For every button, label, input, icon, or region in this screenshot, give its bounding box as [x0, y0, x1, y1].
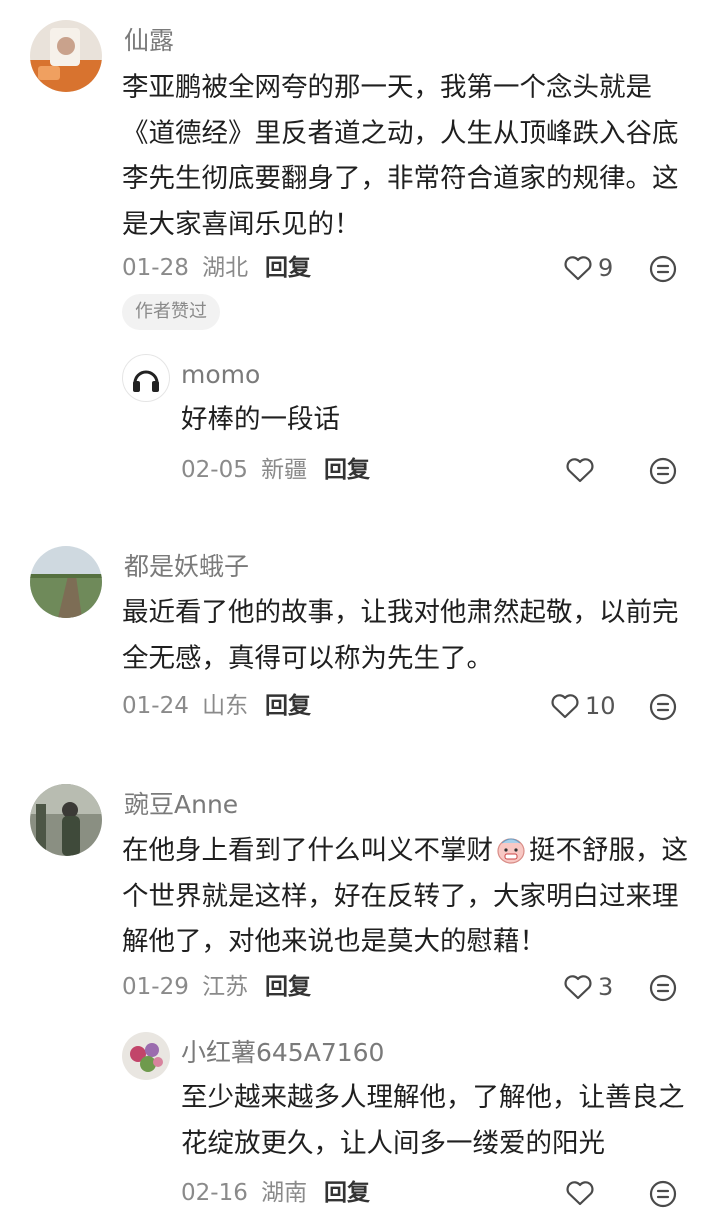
comment-location: 湖南 — [261, 1180, 308, 1206]
comment: 仙露 李亚鹏被全网夸的那一天，我第一个念头就是《道德经》里反者道之动，人生从顶峰… — [0, 0, 720, 520]
heart-icon[interactable] — [565, 456, 595, 484]
comment: 豌豆Anne 在他身上看到了什么叫义不掌财 挺不舒服，这个世界就是这样，好在反转了… — [0, 770, 720, 1227]
comment-date: 01-28 — [122, 255, 189, 281]
comment-meta: 02-16 湖南 — [181, 1178, 307, 1208]
comment-date: 01-29 — [122, 974, 189, 1000]
comment-emoji-icon[interactable] — [648, 973, 678, 1003]
comment-location: 湖北 — [202, 255, 249, 281]
comment-date: 02-16 — [181, 1180, 248, 1206]
comment-emoji-icon[interactable] — [648, 1179, 678, 1209]
reply-button[interactable]: 回复 — [324, 455, 370, 485]
comment-meta: 01-29 江苏 — [122, 972, 248, 1002]
grimace-sticker-icon — [495, 833, 527, 865]
reply-text: 好棒的一段话 — [181, 404, 340, 435]
like-count: 9 — [598, 254, 614, 282]
avatar[interactable] — [30, 784, 102, 856]
heart-icon[interactable] — [563, 973, 593, 1001]
comment-location: 江苏 — [202, 974, 249, 1000]
comment-emoji-icon[interactable] — [648, 456, 678, 486]
avatar[interactable] — [30, 20, 102, 92]
avatar[interactable] — [122, 354, 170, 402]
comment-location: 山东 — [202, 693, 249, 719]
comment-emoji-icon[interactable] — [648, 692, 678, 722]
username[interactable]: 小红薯645A7160 — [181, 1038, 384, 1068]
username[interactable]: 仙露 — [124, 26, 174, 56]
comment-text: 李亚鹏被全网夸的那一天，我第一个念头就是《道德经》里反者道之动，人生从顶峰跌入谷… — [122, 72, 679, 240]
reply-button[interactable]: 回复 — [265, 691, 311, 721]
reply-button[interactable]: 回复 — [265, 253, 311, 283]
author-liked-badge: 作者赞过 — [122, 294, 220, 330]
comment: 都是妖蛾子 最近看了他的故事，让我对他肃然起敬，以前完全无感，真得可以称为先生了… — [0, 530, 720, 760]
heart-icon[interactable] — [550, 692, 580, 720]
comment-meta: 01-24 山东 — [122, 691, 248, 721]
comment-text-part: 在他身上看到了什么叫义不掌财 — [122, 835, 493, 866]
like-count: 10 — [585, 692, 616, 720]
reply-text: 至少越来越多人理解他，了解他，让善良之花绽放更久，让人间多一缕爱的阳光 — [181, 1082, 685, 1159]
comment-meta: 02-05 新疆 — [181, 455, 307, 485]
comment-date: 02-05 — [181, 457, 248, 483]
comment-location: 新疆 — [261, 457, 308, 483]
comment-date: 01-24 — [122, 693, 189, 719]
username[interactable]: 豌豆Anne — [124, 790, 238, 820]
reply-button[interactable]: 回复 — [265, 972, 311, 1002]
like-count: 3 — [598, 973, 614, 1001]
reply-button[interactable]: 回复 — [324, 1178, 370, 1208]
username[interactable]: momo — [181, 360, 260, 390]
username[interactable]: 都是妖蛾子 — [124, 552, 249, 582]
avatar[interactable] — [30, 546, 102, 618]
comment-text: 最近看了他的故事，让我对他肃然起敬，以前完全无感，真得可以称为先生了。 — [122, 597, 679, 674]
heart-icon[interactable] — [565, 1179, 595, 1207]
heart-icon[interactable] — [563, 254, 593, 282]
comment-emoji-icon[interactable] — [648, 254, 678, 284]
comment-text: 在他身上看到了什么叫义不掌财 挺不舒服，这个世界就是这样，好在反转了，大家明白过来… — [122, 828, 688, 965]
avatar[interactable] — [122, 1032, 170, 1080]
comment-meta: 01-28 湖北 — [122, 253, 248, 283]
